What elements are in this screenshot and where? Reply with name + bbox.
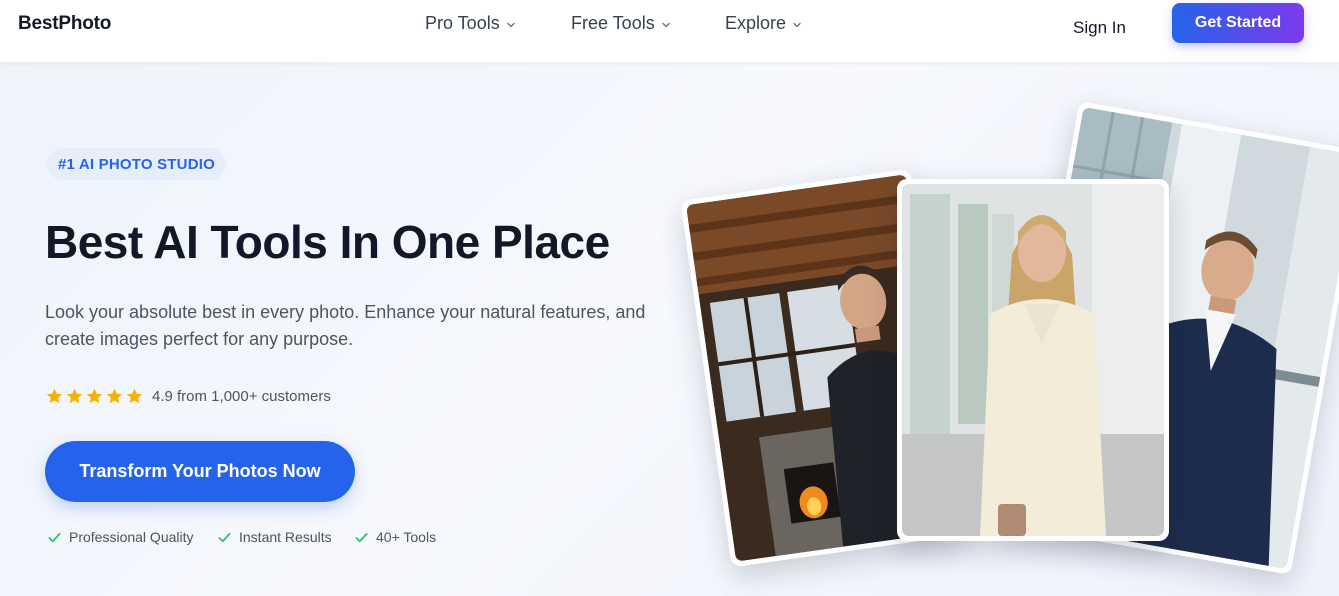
nav-free-tools-label: Free Tools bbox=[571, 13, 655, 33]
site-header: BestPhoto Pro Tools Free Tools Explore S… bbox=[0, 0, 1339, 63]
chevron-down-icon bbox=[662, 22, 670, 27]
chevron-down-icon bbox=[793, 22, 801, 27]
transform-photos-button[interactable]: Transform Your Photos Now bbox=[45, 441, 355, 502]
feature-label: 40+ Tools bbox=[376, 529, 437, 545]
hero-subheadline: Look your absolute best in every photo. … bbox=[45, 302, 646, 349]
hero-section: #1 AI PHOTO STUDIO Best AI Tools In One … bbox=[0, 63, 1339, 596]
nav-explore-label: Explore bbox=[725, 13, 787, 33]
chevron-down-icon bbox=[507, 22, 515, 27]
star-icon bbox=[86, 388, 103, 404]
feature-label: Professional Quality bbox=[69, 529, 194, 545]
star-rating bbox=[45, 387, 144, 406]
star-icon bbox=[66, 388, 83, 404]
nav-explore[interactable]: Explore bbox=[725, 13, 802, 34]
rating-text: 4.9 from 1,000+ customers bbox=[152, 388, 331, 405]
feature-item: Instant Results bbox=[217, 529, 332, 545]
hero-headline: Best AI Tools In One Place bbox=[45, 216, 610, 268]
nav-pro-tools-label: Pro Tools bbox=[425, 13, 500, 33]
hero-badge: #1 AI PHOTO STUDIO bbox=[47, 148, 226, 180]
feature-item: Professional Quality bbox=[47, 529, 194, 545]
logo[interactable]: BestPhoto bbox=[18, 13, 111, 35]
feature-item: 40+ Tools bbox=[354, 529, 436, 545]
get-started-button[interactable]: Get Started bbox=[1172, 3, 1304, 43]
star-icon bbox=[106, 388, 123, 404]
star-icon bbox=[46, 388, 63, 404]
woman-in-cream-suit-image bbox=[902, 184, 1164, 536]
check-icon bbox=[355, 532, 368, 542]
woman-in-cream-suit-photo bbox=[897, 179, 1169, 541]
sign-in-link[interactable]: Sign In bbox=[1073, 18, 1126, 38]
rating: 4.9 from 1,000+ customers bbox=[45, 387, 331, 406]
check-icon bbox=[48, 532, 61, 542]
feature-label: Instant Results bbox=[239, 529, 332, 545]
check-icon bbox=[218, 532, 231, 542]
nav-free-tools[interactable]: Free Tools bbox=[571, 13, 671, 34]
star-icon bbox=[126, 388, 143, 404]
nav-pro-tools[interactable]: Pro Tools bbox=[425, 13, 516, 34]
